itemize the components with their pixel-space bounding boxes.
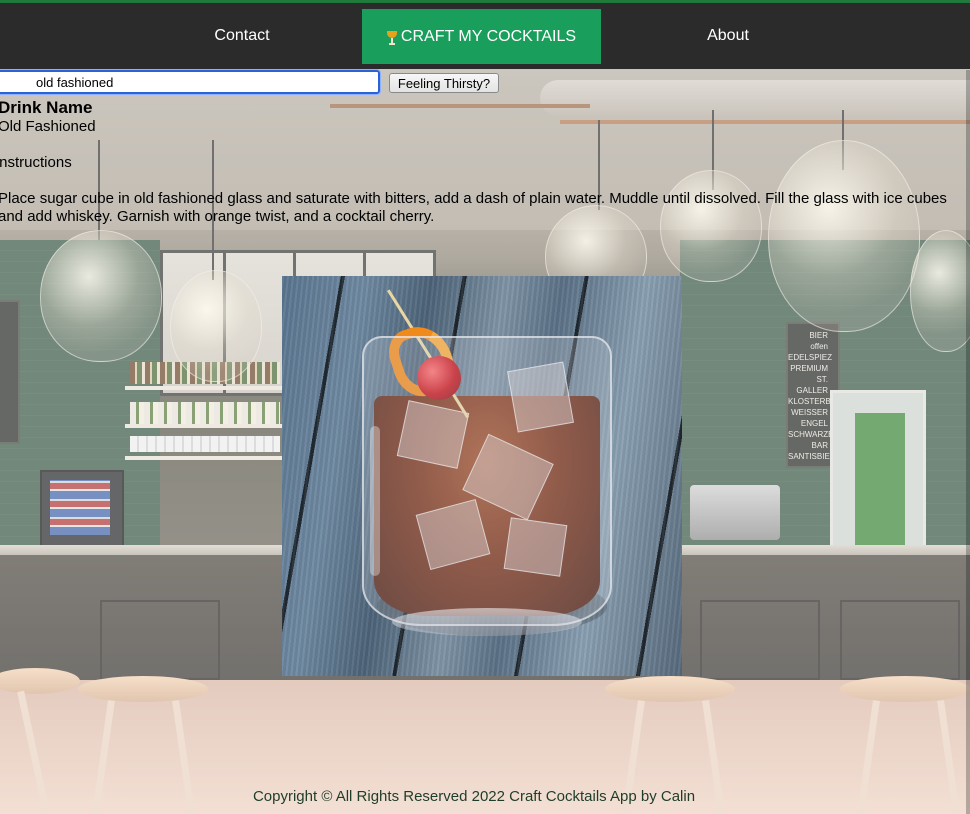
nav-contact-link[interactable]: Contact [182,3,302,69]
page-scrollbar[interactable] [966,70,970,814]
drink-name: Old Fashioned [0,118,96,135]
brand-label: CRAFT MY COCKTAILS [400,27,577,45]
drink-name-heading: Drink Name [0,98,93,117]
footer-copyright: Copyright © All Rights Reserved 2022 Cra… [252,788,696,805]
feeling-thirsty-button[interactable]: Feeling Thirsty? [389,73,499,93]
instructions-label: Instructions [0,154,72,171]
nav-brand-link[interactable]: CRAFT MY COCKTAILS [362,9,601,64]
nav-about-link[interactable]: About [668,3,788,69]
cocktail-glass-icon [386,29,397,45]
instructions-text: Place sugar cube in old fashioned glass … [0,190,947,225]
search-input[interactable] [0,69,381,95]
drink-image [282,276,682,676]
navbar: Contact CRAFT MY COCKTAILS About [0,3,970,69]
